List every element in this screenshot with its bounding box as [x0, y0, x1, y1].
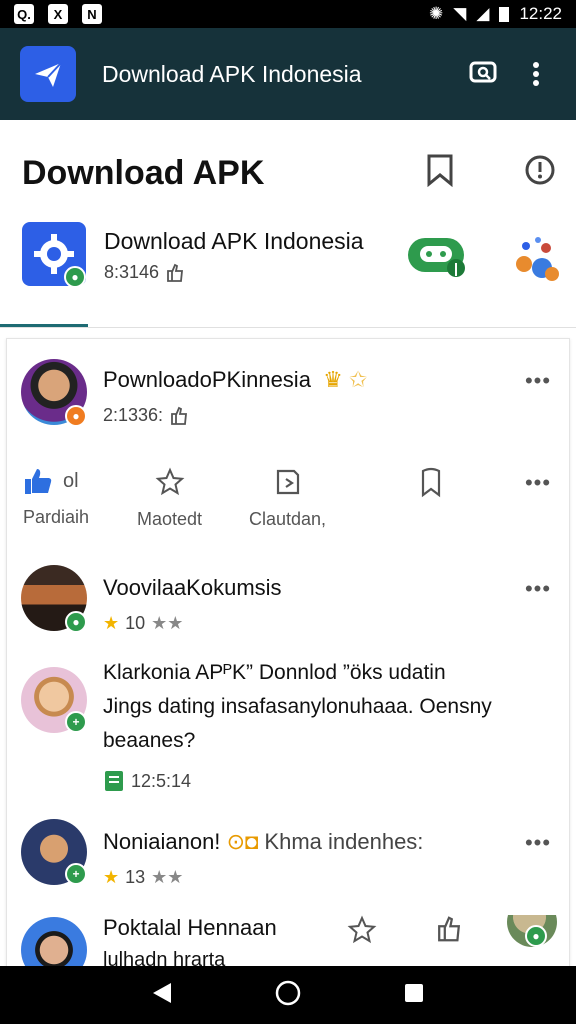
crown-icon: ♛	[323, 367, 343, 392]
star-empty-icon: ★★	[151, 867, 184, 887]
like-count: ol	[63, 469, 79, 492]
share-icon	[276, 469, 299, 495]
star-filled-icon: ★	[103, 613, 120, 633]
bookmark-icon	[421, 467, 441, 498]
document-icon	[105, 771, 123, 791]
app-gear-icon: ●	[22, 222, 86, 288]
post-actions: ol Pardiaih Maotedt Clautdan, •••	[7, 467, 571, 547]
feed-card: ● PownloadoPKinnesia ♛ ✩ 2:1336: ••• ol …	[6, 338, 571, 979]
post-meta: 12:5:14	[103, 769, 191, 793]
like-outline-icon	[167, 263, 184, 282]
feed-post: + Noniaianon! ⊙◘ Khma indenhes: ★ 13 ★★ …	[7, 819, 571, 915]
more-options-button[interactable]: •••	[523, 576, 553, 601]
more-options-button[interactable]: •••	[523, 830, 553, 855]
post-body: Jings dating insafasanylonuhaaa. Oensny	[103, 695, 492, 718]
bookmark-icon	[427, 154, 453, 187]
star-empty-icon: ★★	[151, 613, 184, 633]
add-badge-icon: +	[65, 711, 87, 733]
recents-button[interactable]	[403, 982, 425, 1009]
chat-button[interactable]	[464, 54, 504, 94]
post-meta: 2:1336:	[103, 405, 189, 426]
post-author-name: Noniaianon!	[103, 829, 221, 854]
status-bar: Q. X N ✺ ◥ ◢ 12:22	[0, 0, 576, 28]
featured-app[interactable]: ● Download APK Indonesia 8:3146	[22, 222, 559, 292]
post-rating: ★ 13 ★★	[103, 867, 183, 888]
info-icon	[525, 155, 555, 185]
notification-icon: X	[48, 4, 68, 24]
home-button[interactable]	[275, 980, 301, 1011]
post-rating: ★ 10 ★★	[103, 613, 183, 634]
robot-icon[interactable]	[406, 230, 468, 291]
apps-cluster-icon[interactable]	[512, 234, 560, 289]
post-author[interactable]: PownloadoPKinnesia ♛ ✩	[103, 367, 367, 393]
thumbs-up-icon	[25, 469, 52, 494]
chat-icon	[469, 61, 497, 83]
landscape-thumbnail[interactable]: ●	[507, 915, 557, 947]
post-author-name: PownloadoPKinnesia	[103, 367, 311, 392]
save-action[interactable]	[417, 467, 445, 499]
post-count: 2:1336:	[103, 405, 164, 425]
add-badge-icon: +	[65, 863, 87, 885]
toggle-icon: ●	[525, 925, 547, 947]
more-vert-icon	[533, 62, 539, 86]
share-label: Clautdan,	[249, 509, 327, 529]
verified-badge-icon: ●	[65, 611, 87, 633]
featured-app-count: 8:3146	[104, 262, 160, 282]
like-outline-icon	[171, 406, 188, 425]
more-options-button[interactable]: •••	[523, 470, 553, 495]
signal-icon: ◢	[476, 4, 490, 23]
featured-app-name: Download APK Indonesia	[104, 228, 364, 254]
home-icon	[275, 980, 301, 1005]
rating-value: 10	[125, 613, 146, 633]
featured-app-meta: 8:3146	[104, 262, 185, 283]
favorite-label: Maotedt	[137, 509, 203, 529]
post-title[interactable]: Klarkonia APᴾK” Donnlod ”öks udatin	[103, 661, 446, 685]
paper-plane-icon[interactable]	[20, 46, 76, 102]
page-title: Download APK	[22, 154, 265, 192]
like-label: Pardiaih	[23, 507, 90, 527]
badge-icon: ●	[65, 405, 87, 427]
feed-post: + Klarkonia APᴾK” Donnlod ”öks udatin Ji…	[7, 659, 571, 819]
page-header: Download APK ● Download APK Indonesia 8:…	[0, 120, 576, 328]
overflow-menu-button[interactable]	[516, 54, 556, 94]
star-button[interactable]	[347, 915, 377, 950]
like-button[interactable]	[435, 915, 463, 948]
more-options-button[interactable]: •••	[523, 368, 553, 393]
feed-post: ● PownloadoPKinnesia ♛ ✩ 2:1336: ••• ol …	[7, 339, 571, 549]
system-nav-bar	[0, 966, 576, 1024]
post-timestamp: 12:5:14	[131, 770, 192, 791]
post-author[interactable]: Noniaianon! ⊙◘ Khma indenhes:	[103, 829, 423, 855]
like-action[interactable]: ol Pardiaih	[23, 467, 89, 528]
verified-badge-icon: ●	[64, 266, 86, 288]
info-button[interactable]	[520, 150, 560, 190]
like-outline-icon	[438, 916, 461, 942]
circle-badge-icon: ⊙◘	[226, 829, 259, 854]
wifi-icon: ◥	[453, 4, 467, 23]
app-bar: Download APK Indonesia	[0, 28, 576, 120]
clock: 12:22	[519, 4, 562, 23]
bookmark-button[interactable]	[420, 150, 460, 190]
battery-icon	[499, 6, 510, 22]
tab-indicator	[0, 324, 88, 327]
rating-value: 13	[125, 867, 146, 887]
post-body: beaanes?	[103, 729, 196, 752]
share-action[interactable]: Clautdan,	[249, 467, 326, 530]
favorite-action[interactable]: Maotedt	[137, 467, 202, 530]
sparkle-icon: ✩	[348, 367, 368, 392]
star-icon	[155, 467, 184, 496]
post-subtitle: Khma indenhes:	[264, 829, 424, 854]
notification-icon: N	[82, 4, 102, 24]
post-author-name[interactable]: VoovilaaKokumsis	[103, 575, 282, 601]
recents-icon	[405, 983, 423, 1002]
notification-icon: Q.	[14, 4, 34, 24]
back-icon	[153, 982, 171, 1003]
vibrate-icon: ✺	[429, 4, 444, 23]
star-icon	[347, 915, 377, 944]
post-author-name[interactable]: Poktalal Hennaan	[103, 915, 277, 941]
back-button[interactable]	[151, 981, 173, 1010]
feed-post: ● VoovilaaKokumsis ★ 10 ★★ •••	[7, 549, 571, 659]
app-title: Download APK Indonesia	[102, 60, 362, 87]
star-filled-icon: ★	[103, 867, 120, 887]
